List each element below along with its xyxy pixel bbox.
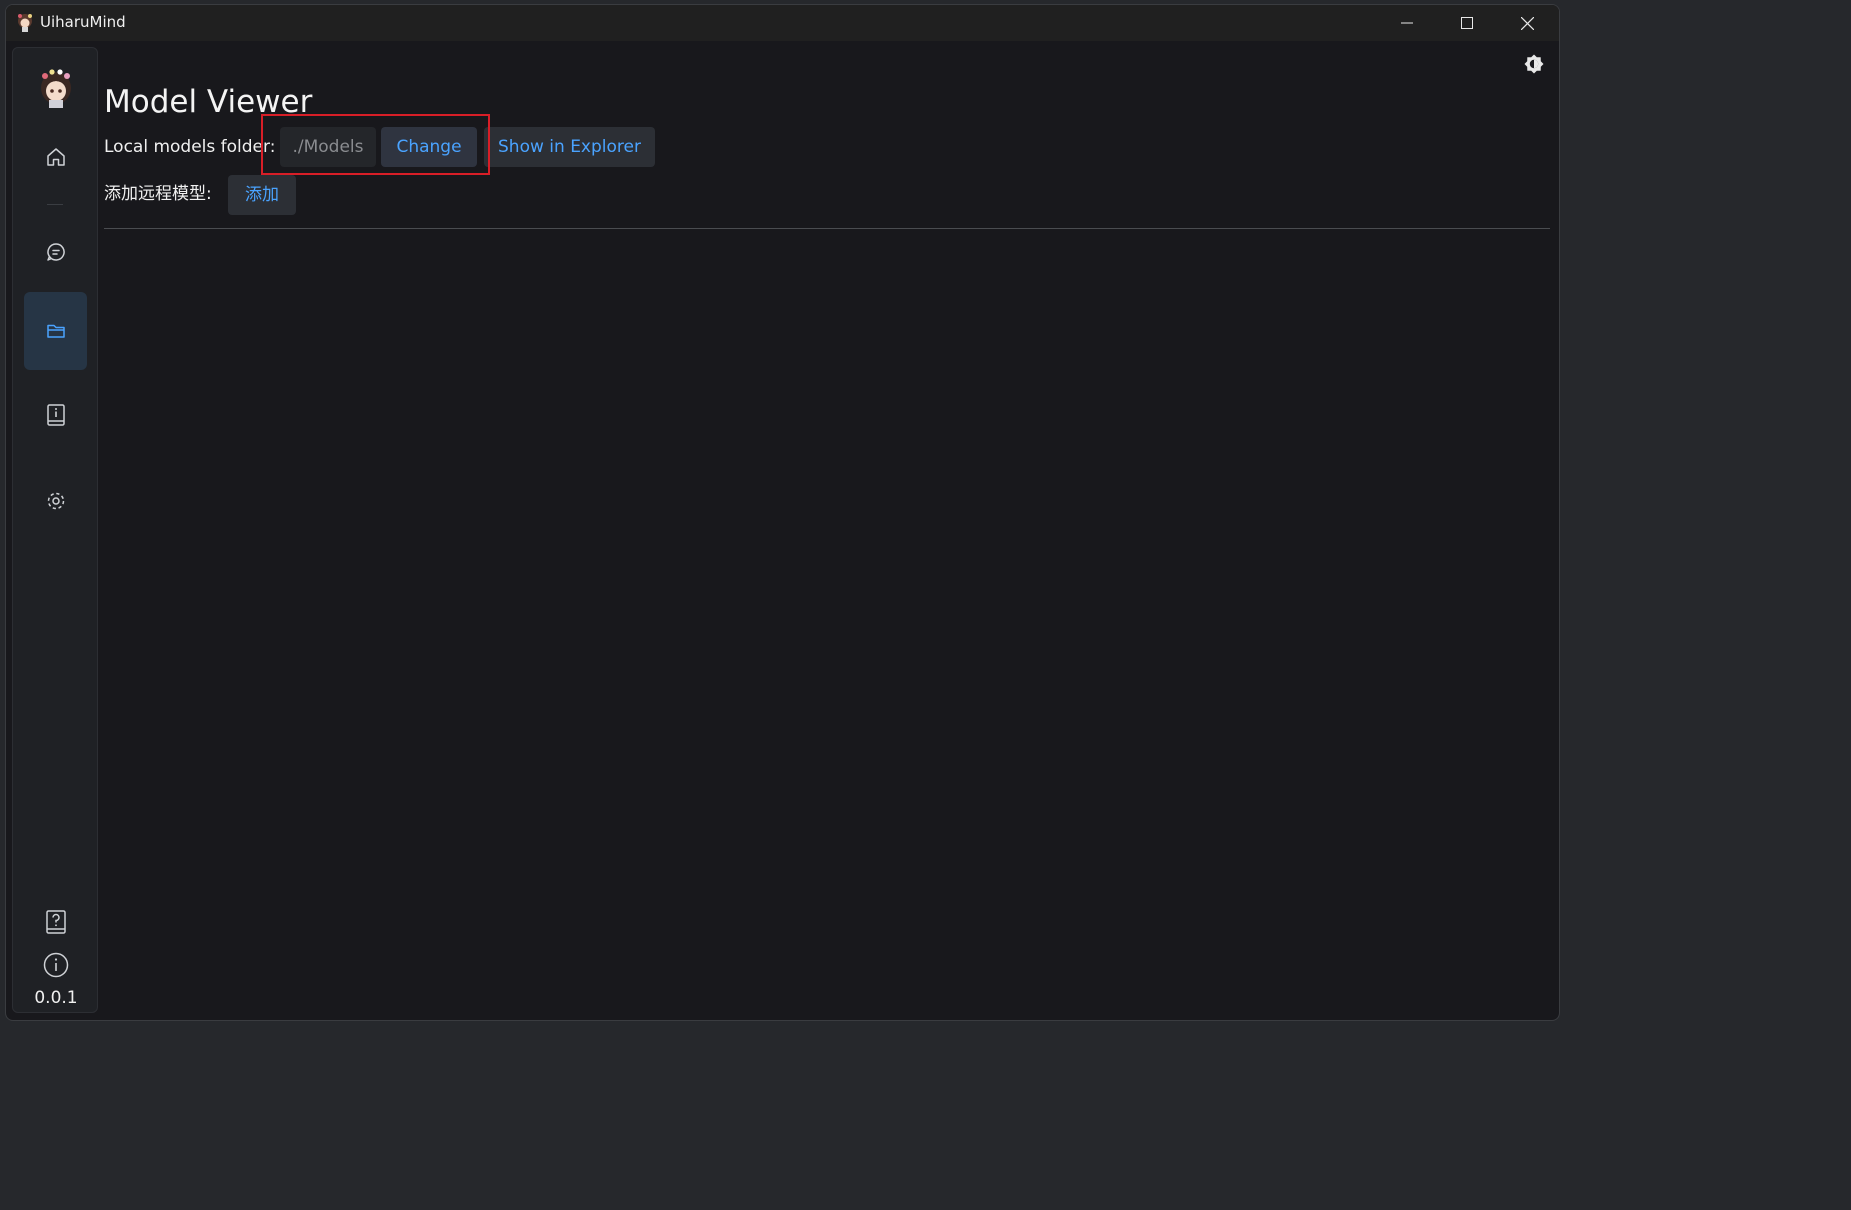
info-book-icon: [46, 404, 65, 426]
help-button[interactable]: [44, 908, 68, 936]
help-book-icon: [46, 910, 66, 934]
maximize-button[interactable]: [1438, 5, 1496, 41]
close-icon: [1520, 16, 1534, 30]
close-button[interactable]: [1498, 5, 1556, 41]
title-bar[interactable]: UiharuMind: [6, 5, 1559, 41]
local-models-label: Local models folder:: [104, 137, 276, 157]
highlight-annotation: [261, 114, 490, 175]
section-divider: [104, 228, 1550, 229]
sidebar-item-home[interactable]: [24, 118, 87, 196]
add-remote-model-label: 添加远程模型:: [104, 184, 212, 204]
theme-toggle-icon: [1524, 54, 1544, 74]
minimize-icon: [1401, 22, 1413, 24]
gear-icon: [47, 492, 64, 510]
maximize-icon: [1461, 17, 1473, 29]
window-title: UiharuMind: [40, 13, 126, 31]
app-window: UiharuMind 0.0.1 Model Viewer Local mode…: [5, 4, 1560, 1021]
avatar[interactable]: [35, 66, 77, 108]
info-icon: [43, 952, 69, 978]
add-remote-model-button[interactable]: 添加: [228, 175, 296, 215]
theme-toggle-button[interactable]: [1523, 53, 1545, 75]
chat-icon: [46, 243, 65, 261]
sidebar-item-settings[interactable]: [24, 462, 87, 540]
sidebar-divider: [47, 204, 63, 205]
sidebar: 0.0.1: [12, 47, 98, 1013]
folder-icon: [46, 324, 65, 338]
sidebar-item-chat[interactable]: [24, 210, 87, 294]
about-button[interactable]: [43, 952, 69, 978]
sidebar-item-docs[interactable]: [24, 376, 87, 454]
home-icon: [46, 148, 65, 166]
minimize-button[interactable]: [1378, 5, 1436, 41]
sidebar-item-models[interactable]: [24, 292, 87, 370]
app-logo-icon: [16, 12, 34, 32]
show-in-explorer-button[interactable]: Show in Explorer: [484, 127, 655, 167]
app-version: 0.0.1: [34, 988, 78, 1008]
